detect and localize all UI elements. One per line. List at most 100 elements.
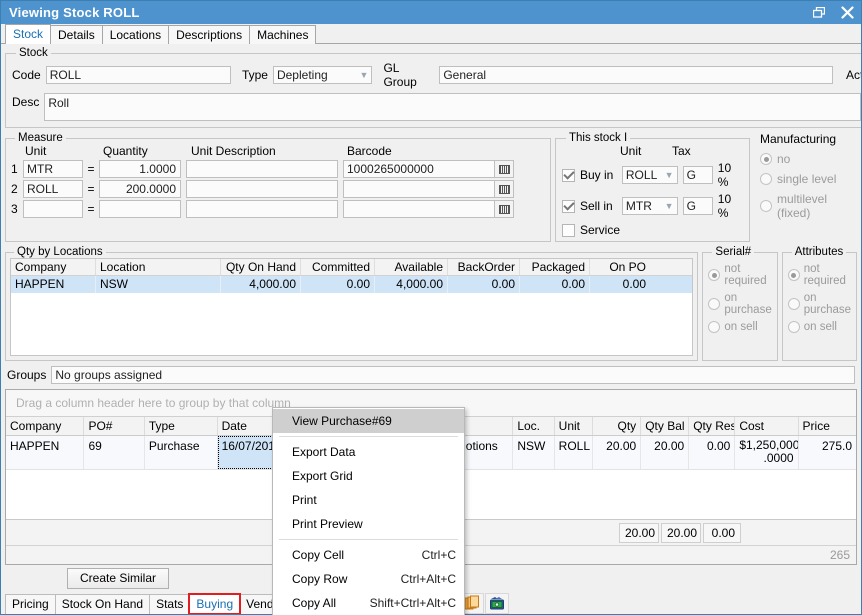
qty-col-location[interactable]: Location bbox=[96, 259, 221, 275]
qty-cell-committed: 0.00 bbox=[301, 276, 375, 293]
measure-barcode-input[interactable] bbox=[343, 180, 495, 198]
sell-in-unit-value: MTR bbox=[626, 199, 662, 213]
tab-machines[interactable]: Machines bbox=[249, 25, 316, 44]
col-po[interactable]: PO# bbox=[84, 417, 144, 435]
tab-locations[interactable]: Locations bbox=[102, 25, 169, 44]
serial-option-on-sell[interactable]: on sell bbox=[708, 321, 771, 333]
manufacturing-option-multilevel[interactable]: multilevel (fixed) bbox=[760, 192, 851, 220]
groups-input[interactable]: No groups assigned bbox=[51, 366, 855, 384]
col-cost[interactable]: Cost bbox=[735, 417, 798, 435]
col-qty[interactable]: Qty bbox=[593, 417, 641, 435]
menu-item-view-purchase[interactable]: View Purchase#69 bbox=[273, 409, 464, 433]
buy-in-tax-percent: 10 % bbox=[718, 161, 743, 189]
this-stock-header-tax: Tax bbox=[672, 144, 691, 158]
qty-col-packaged[interactable]: Packaged bbox=[520, 259, 590, 275]
col-qty-res[interactable]: Qty Res bbox=[689, 417, 735, 435]
measure-row-index: 1 bbox=[11, 162, 23, 176]
measure-quantity-input[interactable]: 1.0000 bbox=[99, 160, 181, 178]
qty-col-company[interactable]: Company bbox=[11, 259, 96, 275]
col-unit[interactable]: Unit bbox=[555, 417, 594, 435]
menu-item-export-data[interactable]: Export Data bbox=[273, 440, 464, 464]
attributes-option-not-required[interactable]: not required bbox=[788, 263, 851, 287]
manufacturing-option-single-level[interactable]: single level bbox=[760, 172, 851, 186]
cell-qty-res: 0.00 bbox=[689, 436, 735, 469]
sell-in-tax-input[interactable]: G bbox=[683, 197, 713, 215]
barcode-icon[interactable] bbox=[494, 200, 514, 218]
tab-stock[interactable]: Stock bbox=[5, 24, 51, 44]
barcode-icon[interactable] bbox=[494, 160, 514, 178]
qty-col-on-po[interactable]: On PO bbox=[590, 259, 650, 275]
active-label: Active bbox=[846, 68, 861, 82]
buy-in-unit-select[interactable]: ROLL ▼ bbox=[622, 166, 678, 184]
measure-unit-description-input[interactable] bbox=[186, 180, 338, 198]
bottom-tab-stock-on-hand[interactable]: Stock On Hand bbox=[55, 594, 150, 614]
col-date[interactable]: Date bbox=[218, 417, 279, 435]
restore-icon[interactable] bbox=[805, 1, 833, 24]
cell-date[interactable]: 16/07/2019 bbox=[218, 436, 279, 469]
close-icon[interactable] bbox=[833, 1, 861, 24]
sell-in-tax-percent: 10 % bbox=[718, 192, 743, 220]
measure-unit-input[interactable]: ROLL bbox=[23, 180, 83, 198]
bottom-tab-pricing[interactable]: Pricing bbox=[5, 594, 56, 614]
col-qty-bal[interactable]: Qty Bal bbox=[641, 417, 689, 435]
measure-quantity-input[interactable]: 200.0000 bbox=[99, 180, 181, 198]
attributes-group: Attributes not required on purchase on s… bbox=[782, 246, 857, 361]
stock-code-row: Code ROLL Type Depleting ▼ GL Group Gene… bbox=[12, 61, 861, 89]
menu-item-print[interactable]: Print bbox=[273, 488, 464, 512]
code-input[interactable]: ROLL bbox=[46, 66, 231, 84]
serial-option-on-purchase[interactable]: on purchase bbox=[708, 292, 771, 316]
cell-cost: $1,250,000 .0000 bbox=[735, 436, 798, 469]
sell-in-checkbox[interactable] bbox=[562, 200, 575, 213]
col-loc[interactable]: Loc. bbox=[513, 417, 554, 435]
qty-col-available[interactable]: Available bbox=[375, 259, 448, 275]
menu-item-export-grid[interactable]: Export Grid bbox=[273, 464, 464, 488]
menu-item-copy-row[interactable]: Copy Row Ctrl+Alt+C bbox=[273, 567, 464, 591]
measure-unit-description-input[interactable] bbox=[186, 200, 338, 218]
table-row[interactable]: HAPPEN NSW 4,000.00 0.00 4,000.00 0.00 0… bbox=[11, 276, 692, 293]
qty-cell-location: NSW bbox=[96, 276, 221, 293]
menu-item-copy-cell[interactable]: Copy Cell Ctrl+C bbox=[273, 543, 464, 567]
qty-col-backorder[interactable]: BackOrder bbox=[448, 259, 520, 275]
attributes-option-label: not required bbox=[804, 263, 851, 287]
qty-col-qty-on-hand[interactable]: Qty On Hand bbox=[221, 259, 301, 275]
attributes-option-on-purchase[interactable]: on purchase bbox=[788, 292, 851, 316]
tab-details[interactable]: Details bbox=[50, 25, 103, 44]
qty-col-committed[interactable]: Committed bbox=[301, 259, 375, 275]
footer-qty-total: 20.00 bbox=[619, 523, 659, 543]
create-similar-button[interactable]: Create Similar bbox=[67, 568, 169, 589]
radio-not-required-icon bbox=[708, 269, 720, 281]
cell-qty-bal: 20.00 bbox=[641, 436, 689, 469]
footer-qty-bal-total: 20.00 bbox=[661, 523, 701, 543]
tab-descriptions[interactable]: Descriptions bbox=[168, 25, 250, 44]
bottom-tab-stats[interactable]: Stats bbox=[149, 594, 190, 614]
measure-barcode-input[interactable] bbox=[343, 200, 495, 218]
radio-on-sell-icon bbox=[788, 321, 800, 333]
barcode-icon[interactable] bbox=[494, 180, 514, 198]
menu-item-shortcut: Shift+Ctrl+Alt+C bbox=[370, 591, 456, 615]
type-select[interactable]: Depleting ▼ bbox=[273, 66, 372, 84]
col-type[interactable]: Type bbox=[145, 417, 218, 435]
attributes-legend: Attributes bbox=[792, 246, 847, 258]
buy-in-tax-input[interactable]: G bbox=[683, 166, 713, 184]
measure-barcode-input[interactable]: 1000265000000 bbox=[343, 160, 495, 178]
bottom-icon-bar bbox=[460, 592, 510, 614]
col-company[interactable]: Company bbox=[6, 417, 84, 435]
menu-item-copy-all[interactable]: Copy All Shift+Ctrl+Alt+C bbox=[273, 591, 464, 615]
serial-option-not-required[interactable]: not required bbox=[708, 263, 771, 287]
gl-group-input[interactable]: General bbox=[439, 66, 833, 84]
sell-in-unit-select[interactable]: MTR ▼ bbox=[622, 197, 678, 215]
measure-unit-input[interactable]: MTR bbox=[23, 160, 83, 178]
measure-quantity-input[interactable] bbox=[99, 200, 181, 218]
measure-header-quantity: Quantity bbox=[103, 144, 185, 158]
desc-input[interactable]: Roll bbox=[44, 93, 861, 121]
measure-unit-description-input[interactable] bbox=[186, 160, 338, 178]
manufacturing-option-no[interactable]: no bbox=[760, 152, 851, 166]
service-checkbox[interactable] bbox=[562, 224, 575, 237]
measure-unit-input[interactable] bbox=[23, 200, 83, 218]
menu-item-print-preview[interactable]: Print Preview bbox=[273, 512, 464, 536]
money-camera-icon[interactable] bbox=[485, 593, 509, 614]
col-price[interactable]: Price bbox=[799, 417, 856, 435]
buy-in-checkbox[interactable] bbox=[562, 169, 575, 182]
bottom-tab-buying[interactable]: Buying bbox=[189, 594, 240, 614]
attributes-option-on-sell[interactable]: on sell bbox=[788, 321, 851, 333]
